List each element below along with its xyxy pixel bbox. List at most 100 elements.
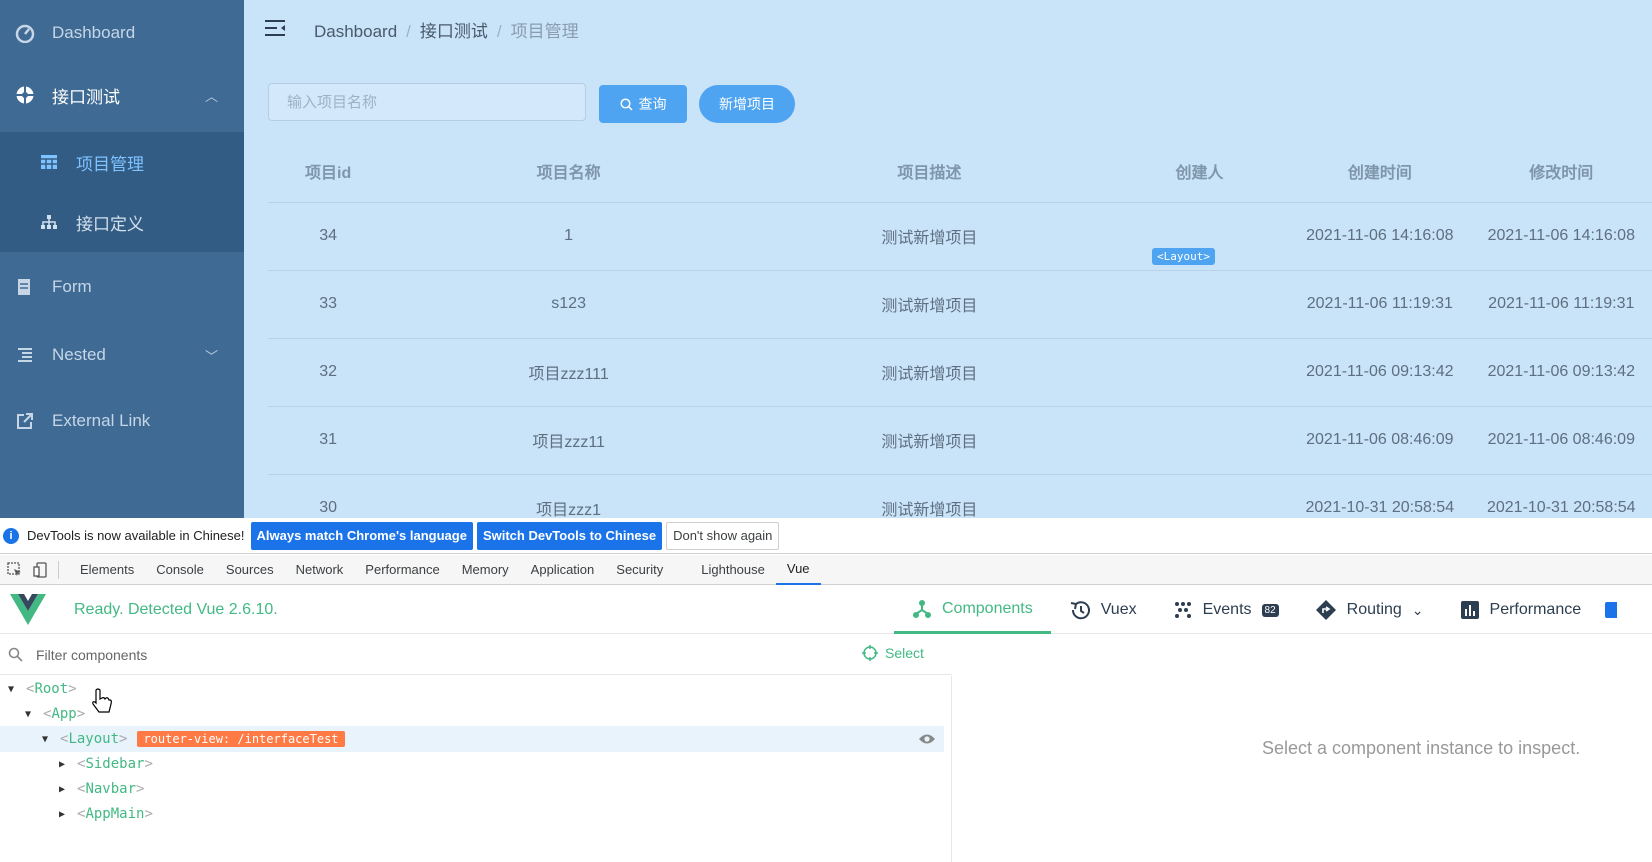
table-row[interactable]: 34 1 测试新增项目 2021-11-06 14:16:08 2021-11-… [268, 202, 1652, 271]
breadcrumb-separator: / [496, 22, 502, 41]
query-button-label: 查询 [638, 96, 667, 112]
expanded-arrow-icon[interactable]: ▼ [42, 734, 52, 745]
vue-tab-label: Events [1202, 601, 1252, 618]
cell-created: 2021-11-06 09:13:42 [1289, 338, 1471, 407]
collapsed-arrow-icon[interactable]: ▶ [59, 784, 69, 795]
cell-modified: 2021-11-06 09:13:42 [1470, 338, 1652, 407]
breadcrumb-current: 项目管理 [510, 22, 579, 41]
tab-elements[interactable]: Elements [69, 555, 145, 585]
tab-memory[interactable]: Memory [451, 555, 520, 585]
vue-tab-events[interactable]: Events 82 [1155, 586, 1297, 634]
table-row[interactable]: 30 项目zzz1 测试新增项目 2021-10-31 20:58:54 202… [268, 474, 1652, 518]
tab-security[interactable]: Security [605, 555, 674, 585]
tree-node-label: AppMain [85, 806, 145, 822]
form-icon [14, 276, 36, 298]
tree-node-app[interactable]: ▼ < App > [0, 701, 944, 727]
query-button[interactable]: 查询 [599, 85, 687, 123]
cell-modified: 2021-11-06 14:16:08 [1470, 202, 1652, 271]
cell-modified: 2021-11-06 08:46:09 [1470, 406, 1652, 475]
tree-icon [38, 211, 60, 233]
match-language-button[interactable]: Always match Chrome's language [250, 521, 473, 550]
tab-vue[interactable]: Vue [775, 555, 821, 585]
sidebar-subitem-label: 项目管理 [76, 154, 144, 174]
device-toolbar-icon[interactable] [30, 560, 52, 580]
vue-tab-vuex[interactable]: Vuex [1051, 586, 1155, 634]
vue-tab-overflow[interactable] [1599, 586, 1621, 634]
sidebar-item-external-link[interactable]: External Link [0, 388, 244, 454]
tab-application[interactable]: Application [520, 555, 606, 585]
inspect-placeholder: Select a component instance to inspect. [1262, 738, 1581, 758]
collapsed-arrow-icon[interactable]: ▶ [59, 809, 69, 820]
tab-performance[interactable]: Performance [354, 555, 450, 585]
cell-created: 2021-11-06 14:16:08 [1289, 202, 1471, 271]
search-icon [8, 647, 23, 662]
expanded-arrow-icon[interactable]: ▼ [25, 709, 35, 720]
sidebar-item-form[interactable]: Form [0, 254, 244, 320]
vue-devtools-header: Ready. Detected Vue 2.6.10. Components V… [0, 586, 1652, 634]
eye-icon[interactable] [918, 732, 936, 746]
main-content: Dashboard / 接口测试 / 项目管理 查询 新增项目 项目id 项目名称 项目… [244, 0, 1652, 518]
cell-modified: 2021-11-06 11:19:31 [1470, 270, 1652, 339]
vue-tab-routing[interactable]: Routing ⌄ [1297, 586, 1442, 634]
column-header[interactable]: 修改时间 [1470, 140, 1652, 203]
vue-logo-icon [10, 593, 46, 625]
breadcrumb-parent[interactable]: 接口测试 [420, 22, 488, 41]
switch-chinese-button[interactable]: Switch DevTools to Chinese [476, 521, 663, 550]
inspect-element-icon[interactable] [4, 560, 26, 580]
breadcrumb-home[interactable]: Dashboard [314, 22, 397, 41]
performance-icon [1460, 601, 1479, 619]
tab-lighthouse[interactable]: Lighthouse [690, 555, 776, 585]
collapsed-arrow-icon[interactable]: ▶ [59, 759, 69, 770]
events-count-badge: 82 [1261, 603, 1279, 617]
tree-node-label: Sidebar [85, 756, 145, 772]
column-header[interactable]: 创建人 [1109, 140, 1290, 203]
cell-desc: 测试新增项目 [749, 202, 1110, 271]
project-name-search-input[interactable] [268, 83, 586, 121]
sidebar-subitem-interface-def[interactable]: 接口定义 [0, 192, 244, 252]
component-highlight-tag: <Layout> [1152, 248, 1215, 265]
tree-node-layout[interactable]: ▼ < Layout > router-view: /interfaceTest [0, 726, 944, 752]
tree-node-label: App [51, 706, 77, 722]
tree-node-sidebar[interactable]: ▶ < Sidebar > [0, 751, 944, 777]
table-row[interactable]: 32 项目zzz111 测试新增项目 2021-11-06 09:13:42 2… [268, 338, 1652, 407]
select-component-button[interactable]: Select [862, 645, 924, 661]
tab-console[interactable]: Console [145, 555, 215, 585]
tree-node-navbar[interactable]: ▶ < Navbar > [0, 776, 944, 802]
navbar: Dashboard / 接口测试 / 项目管理 [244, 0, 1652, 56]
tree-node-root[interactable]: ▼ < Root > [0, 676, 944, 702]
tab-network[interactable]: Network [285, 555, 355, 585]
tree-node-appmain[interactable]: ▶ < AppMain > [0, 801, 944, 827]
table-icon [38, 151, 60, 173]
column-header[interactable]: 项目id [268, 140, 389, 203]
vue-tab-components[interactable]: Components [894, 586, 1051, 634]
vue-tab-performance[interactable]: Performance [1442, 586, 1600, 634]
nested-list-icon [14, 344, 36, 366]
cell-creator [1109, 474, 1290, 518]
breadcrumb: Dashboard / 接口测试 / 项目管理 [314, 17, 579, 42]
cell-id: 33 [268, 270, 389, 339]
column-header[interactable]: 创建时间 [1289, 140, 1471, 203]
sidebar-subitem-label: 接口定义 [76, 214, 144, 234]
sidebar-item-dashboard[interactable]: Dashboard [0, 0, 244, 66]
sidebar-item-nested[interactable]: Nested ﹀ [0, 322, 244, 388]
events-icon [1174, 602, 1191, 618]
expanded-arrow-icon[interactable]: ▼ [8, 684, 18, 695]
submenu: 项目管理 接口定义 [0, 132, 244, 252]
tab-sources[interactable]: Sources [215, 555, 285, 585]
filter-components-input[interactable] [36, 646, 736, 663]
column-header[interactable]: 项目描述 [749, 140, 1110, 203]
sidebar-item-interface-test[interactable]: 接口测试 ︿ [0, 62, 244, 128]
app-window: Dashboard 接口测试 ︿ 项目管理 接口定义 Form Nested ﹀… [0, 0, 1652, 518]
table-row[interactable]: 33 s123 测试新增项目 2021-11-06 11:19:31 2021-… [268, 270, 1652, 339]
info-icon: i [3, 527, 19, 544]
toolbar-divider [58, 560, 59, 579]
table-row[interactable]: 31 项目zzz11 测试新增项目 2021-11-06 08:46:09 20… [268, 406, 1652, 475]
external-link-icon [14, 410, 36, 432]
dont-show-again-button[interactable]: Don't show again [666, 521, 780, 550]
add-project-button[interactable]: 新增项目 [699, 85, 795, 123]
routing-icon [1315, 600, 1336, 620]
column-header[interactable]: 项目名称 [388, 140, 750, 203]
cell-id: 32 [268, 338, 389, 407]
sidebar-subitem-project-manage[interactable]: 项目管理 [0, 132, 244, 192]
hamburger-icon[interactable] [264, 18, 286, 38]
